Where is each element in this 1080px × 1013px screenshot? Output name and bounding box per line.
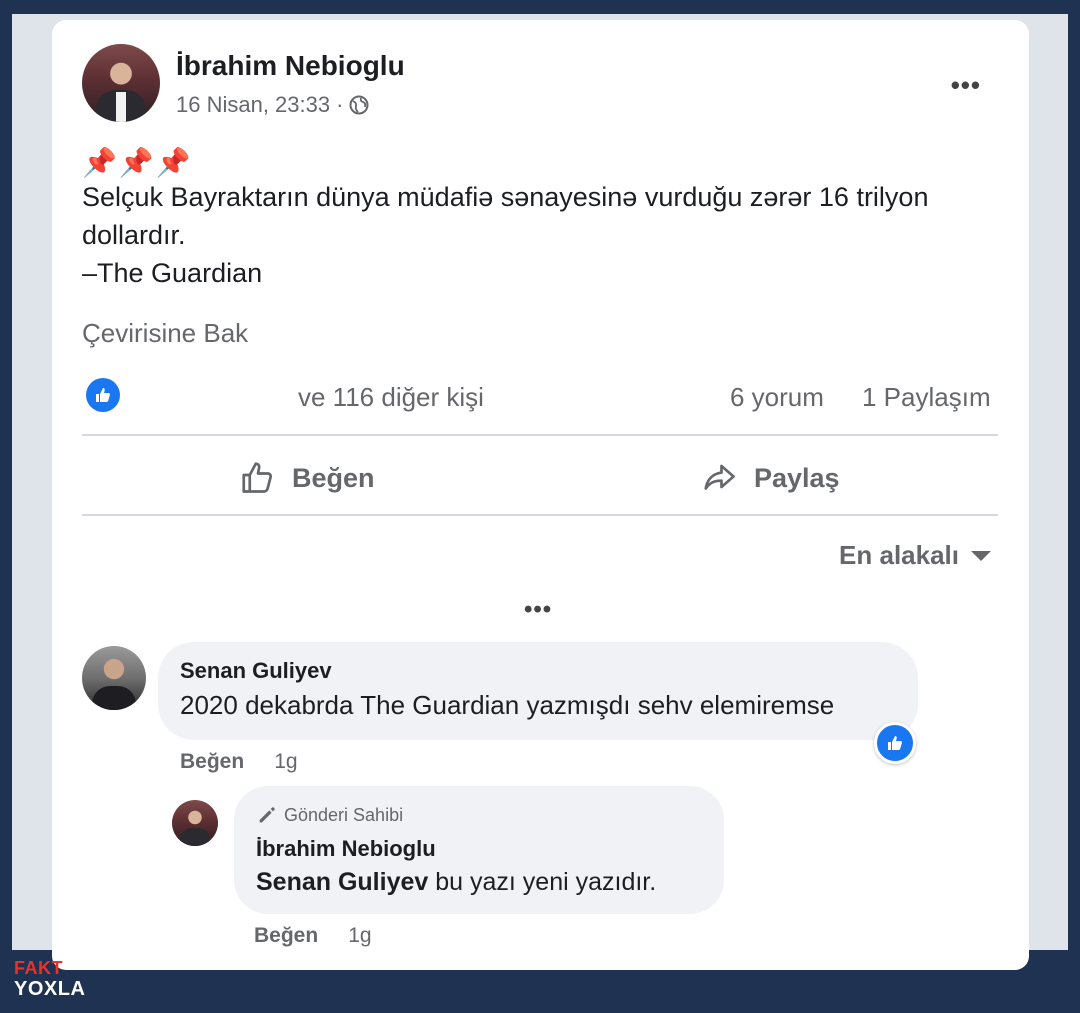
- fakt-yoxla-logo: FAKT YOXLA: [14, 958, 114, 1006]
- reply-author-avatar[interactable]: [172, 800, 218, 846]
- comment-like-reaction-icon[interactable]: [874, 722, 916, 764]
- like-button[interactable]: Beğen: [240, 460, 375, 496]
- author-badge: Gönderi Sahibi: [256, 804, 403, 826]
- post-text-line: dollardır.: [82, 220, 186, 250]
- reply-time[interactable]: 1g: [348, 924, 371, 948]
- thumbs-up-icon: [96, 388, 110, 402]
- pin-emojis: 📌📌📌: [82, 147, 193, 178]
- post-text: Selçuk Bayraktarın dünya müdafiə sənayes…: [82, 178, 1012, 292]
- logo-line1: FAKT: [14, 958, 63, 978]
- comment-bubble: Senan Guliyev 2020 dekabrda The Guardian…: [158, 642, 918, 740]
- commenter-avatar[interactable]: [82, 646, 146, 710]
- reply-bubble: Gönderi Sahibi İbrahim Nebioglu Senan Gu…: [234, 786, 724, 914]
- see-translation-link[interactable]: Çevirisine Bak: [82, 318, 248, 349]
- share-arrow-icon: [704, 464, 735, 490]
- like-button-label: Beğen: [292, 462, 375, 493]
- post-meta: 16 Nisan, 23:33 ·: [176, 92, 369, 118]
- pencil-icon: [259, 807, 275, 823]
- post-timestamp[interactable]: 16 Nisan, 23:33: [176, 92, 330, 118]
- shares-count[interactable]: 1 Paylaşım: [862, 382, 991, 413]
- reply-like-button[interactable]: Beğen: [254, 924, 318, 948]
- author-badge-label: Gönderi Sahibi: [284, 804, 404, 825]
- globe-icon: [349, 95, 369, 115]
- meta-separator: ·: [336, 92, 344, 117]
- comment-text: 2020 dekabrda The Guardian yazmışdı sehv…: [180, 690, 835, 720]
- comment-sort-dropdown[interactable]: En alakalı: [839, 540, 991, 571]
- reply-author-name[interactable]: İbrahim Nebioglu: [256, 836, 436, 862]
- share-button[interactable]: Paylaş: [702, 460, 840, 496]
- comment-time[interactable]: 1g: [274, 750, 297, 774]
- share-button-label: Paylaş: [754, 462, 840, 493]
- comment-like-button[interactable]: Beğen: [180, 750, 244, 774]
- more-comments-dots-icon[interactable]: •••: [524, 596, 552, 624]
- divider: [82, 514, 998, 516]
- reply-body: bu yazı yeni yazıdır.: [428, 868, 657, 896]
- screenshot-frame: İbrahim Nebioglu 16 Nisan, 23:33 · ••• 📌…: [12, 14, 1068, 970]
- post-text-line: Selçuk Bayraktarın dünya müdafiə sənayes…: [82, 182, 929, 212]
- like-reaction-icon[interactable]: [86, 378, 120, 412]
- logo-line2: YOXLA: [14, 978, 86, 1000]
- mention-link[interactable]: Senan Guliyev: [256, 868, 428, 896]
- post-card: İbrahim Nebioglu 16 Nisan, 23:33 · ••• 📌…: [52, 20, 1029, 970]
- divider: [82, 434, 998, 436]
- reply-text: Senan Guliyev bu yazı yeni yazıdır.: [256, 868, 656, 897]
- post-text-line: –The Guardian: [82, 258, 263, 288]
- commenter-name[interactable]: Senan Guliyev: [180, 658, 332, 684]
- caret-down-icon: [971, 550, 991, 561]
- author-name[interactable]: İbrahim Nebioglu: [176, 50, 405, 82]
- reply-actions: Beğen 1g: [254, 924, 372, 948]
- reactions-count[interactable]: ve 116 diğer kişi: [298, 382, 484, 413]
- thumbs-up-outline-icon: [242, 462, 273, 493]
- comment-actions: Beğen 1g: [180, 750, 298, 774]
- author-avatar[interactable]: [82, 44, 160, 122]
- thumbs-up-icon: [888, 736, 902, 750]
- comments-count[interactable]: 6 yorum: [730, 382, 824, 413]
- more-dots-icon[interactable]: •••: [951, 70, 981, 101]
- sort-label: En alakalı: [839, 540, 959, 570]
